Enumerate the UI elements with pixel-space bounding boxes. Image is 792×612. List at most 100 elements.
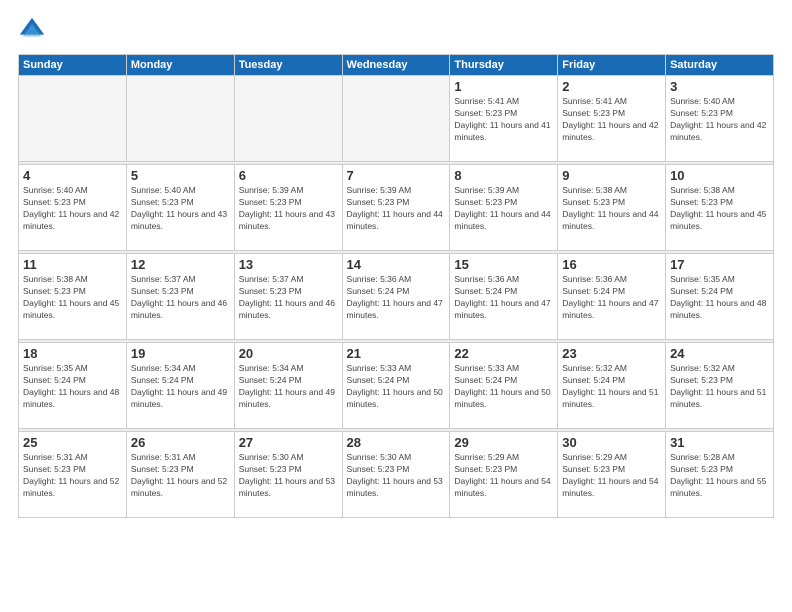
day-info: Sunrise: 5:32 AMSunset: 5:24 PMDaylight:… xyxy=(562,363,661,411)
day-number: 3 xyxy=(670,79,769,94)
day-info: Sunrise: 5:40 AMSunset: 5:23 PMDaylight:… xyxy=(131,185,230,233)
day-number: 27 xyxy=(239,435,338,450)
day-number: 2 xyxy=(562,79,661,94)
day-number: 23 xyxy=(562,346,661,361)
day-number: 19 xyxy=(131,346,230,361)
day-info: Sunrise: 5:30 AMSunset: 5:23 PMDaylight:… xyxy=(347,452,446,500)
calendar-cell: 4 Sunrise: 5:40 AMSunset: 5:23 PMDaylight… xyxy=(19,165,127,251)
calendar-header-friday: Friday xyxy=(558,55,666,76)
calendar-header-row: SundayMondayTuesdayWednesdayThursdayFrid… xyxy=(19,55,774,76)
day-info: Sunrise: 5:40 AMSunset: 5:23 PMDaylight:… xyxy=(23,185,122,233)
day-number: 24 xyxy=(670,346,769,361)
calendar-header-thursday: Thursday xyxy=(450,55,558,76)
calendar-cell: 20Sunrise: 5:34 AMSunset: 5:24 PMDayligh… xyxy=(234,343,342,429)
day-number: 10 xyxy=(670,168,769,183)
day-number: 9 xyxy=(562,168,661,183)
calendar-cell: 1 Sunrise: 5:41 AMSunset: 5:23 PMDaylight… xyxy=(450,76,558,162)
calendar-cell xyxy=(126,76,234,162)
calendar-cell: 12 Sunrise: 5:37 AMSunset: 5:23 PMDayligh… xyxy=(126,254,234,340)
day-number: 12 xyxy=(131,257,230,272)
week-row-1: 1 Sunrise: 5:41 AMSunset: 5:23 PMDaylight… xyxy=(19,76,774,162)
day-number: 1 xyxy=(454,79,553,94)
week-row-3: 11Sunrise: 5:38 AMSunset: 5:23 PMDayligh… xyxy=(19,254,774,340)
day-number: 16 xyxy=(562,257,661,272)
calendar-cell: 29 Sunrise: 5:29 AMSunset: 5:23 PMDayligh… xyxy=(450,432,558,518)
logo xyxy=(18,16,50,44)
day-number: 26 xyxy=(131,435,230,450)
calendar-cell: 17Sunrise: 5:35 AMSunset: 5:24 PMDayligh… xyxy=(666,254,774,340)
calendar: SundayMondayTuesdayWednesdayThursdayFrid… xyxy=(18,54,774,518)
calendar-cell: 23 Sunrise: 5:32 AMSunset: 5:24 PMDayligh… xyxy=(558,343,666,429)
day-number: 29 xyxy=(454,435,553,450)
day-number: 21 xyxy=(347,346,446,361)
calendar-cell: 21Sunrise: 5:33 AMSunset: 5:24 PMDayligh… xyxy=(342,343,450,429)
calendar-header-saturday: Saturday xyxy=(666,55,774,76)
calendar-cell: 13 Sunrise: 5:37 AMSunset: 5:23 PMDayligh… xyxy=(234,254,342,340)
day-number: 6 xyxy=(239,168,338,183)
day-info: Sunrise: 5:35 AMSunset: 5:24 PMDaylight:… xyxy=(670,274,769,322)
day-number: 22 xyxy=(454,346,553,361)
day-info: Sunrise: 5:34 AMSunset: 5:24 PMDaylight:… xyxy=(131,363,230,411)
day-number: 8 xyxy=(454,168,553,183)
calendar-cell: 27 Sunrise: 5:30 AMSunset: 5:23 PMDayligh… xyxy=(234,432,342,518)
calendar-header-wednesday: Wednesday xyxy=(342,55,450,76)
calendar-cell: 10 Sunrise: 5:38 AMSunset: 5:23 PMDayligh… xyxy=(666,165,774,251)
page: SundayMondayTuesdayWednesdayThursdayFrid… xyxy=(0,0,792,612)
day-info: Sunrise: 5:36 AMSunset: 5:24 PMDaylight:… xyxy=(562,274,661,322)
day-info: Sunrise: 5:40 AMSunset: 5:23 PMDaylight:… xyxy=(670,96,769,144)
calendar-cell: 3 Sunrise: 5:40 AMSunset: 5:23 PMDaylight… xyxy=(666,76,774,162)
day-info: Sunrise: 5:35 AMSunset: 5:24 PMDaylight:… xyxy=(23,363,122,411)
day-number: 7 xyxy=(347,168,446,183)
day-info: Sunrise: 5:37 AMSunset: 5:23 PMDaylight:… xyxy=(131,274,230,322)
day-info: Sunrise: 5:39 AMSunset: 5:23 PMDaylight:… xyxy=(454,185,553,233)
calendar-cell: 8 Sunrise: 5:39 AMSunset: 5:23 PMDaylight… xyxy=(450,165,558,251)
calendar-cell: 25Sunrise: 5:31 AMSunset: 5:23 PMDayligh… xyxy=(19,432,127,518)
calendar-header-tuesday: Tuesday xyxy=(234,55,342,76)
week-row-4: 18 Sunrise: 5:35 AMSunset: 5:24 PMDayligh… xyxy=(19,343,774,429)
day-number: 30 xyxy=(562,435,661,450)
day-info: Sunrise: 5:38 AMSunset: 5:23 PMDaylight:… xyxy=(562,185,661,233)
week-row-2: 4 Sunrise: 5:40 AMSunset: 5:23 PMDaylight… xyxy=(19,165,774,251)
day-info: Sunrise: 5:29 AMSunset: 5:23 PMDaylight:… xyxy=(562,452,661,500)
calendar-cell: 6Sunrise: 5:39 AMSunset: 5:23 PMDaylight… xyxy=(234,165,342,251)
day-number: 15 xyxy=(454,257,553,272)
calendar-cell: 16 Sunrise: 5:36 AMSunset: 5:24 PMDayligh… xyxy=(558,254,666,340)
day-number: 20 xyxy=(239,346,338,361)
calendar-cell xyxy=(19,76,127,162)
calendar-header-monday: Monday xyxy=(126,55,234,76)
calendar-cell: 31Sunrise: 5:28 AMSunset: 5:23 PMDayligh… xyxy=(666,432,774,518)
calendar-header-sunday: Sunday xyxy=(19,55,127,76)
calendar-cell: 14Sunrise: 5:36 AMSunset: 5:24 PMDayligh… xyxy=(342,254,450,340)
day-info: Sunrise: 5:29 AMSunset: 5:23 PMDaylight:… xyxy=(454,452,553,500)
week-row-5: 25Sunrise: 5:31 AMSunset: 5:23 PMDayligh… xyxy=(19,432,774,518)
calendar-cell: 9 Sunrise: 5:38 AMSunset: 5:23 PMDaylight… xyxy=(558,165,666,251)
calendar-cell: 22 Sunrise: 5:33 AMSunset: 5:24 PMDayligh… xyxy=(450,343,558,429)
day-info: Sunrise: 5:33 AMSunset: 5:24 PMDaylight:… xyxy=(454,363,553,411)
day-info: Sunrise: 5:32 AMSunset: 5:23 PMDaylight:… xyxy=(670,363,769,411)
day-info: Sunrise: 5:38 AMSunset: 5:23 PMDaylight:… xyxy=(670,185,769,233)
day-number: 28 xyxy=(347,435,446,450)
calendar-cell: 18 Sunrise: 5:35 AMSunset: 5:24 PMDayligh… xyxy=(19,343,127,429)
day-number: 31 xyxy=(670,435,769,450)
calendar-cell: 19 Sunrise: 5:34 AMSunset: 5:24 PMDayligh… xyxy=(126,343,234,429)
calendar-cell: 24 Sunrise: 5:32 AMSunset: 5:23 PMDayligh… xyxy=(666,343,774,429)
day-info: Sunrise: 5:30 AMSunset: 5:23 PMDaylight:… xyxy=(239,452,338,500)
day-info: Sunrise: 5:36 AMSunset: 5:24 PMDaylight:… xyxy=(454,274,553,322)
header xyxy=(18,16,774,44)
day-info: Sunrise: 5:39 AMSunset: 5:23 PMDaylight:… xyxy=(347,185,446,233)
day-number: 13 xyxy=(239,257,338,272)
day-number: 18 xyxy=(23,346,122,361)
day-info: Sunrise: 5:41 AMSunset: 5:23 PMDaylight:… xyxy=(454,96,553,144)
day-number: 4 xyxy=(23,168,122,183)
day-number: 5 xyxy=(131,168,230,183)
calendar-cell: 30 Sunrise: 5:29 AMSunset: 5:23 PMDayligh… xyxy=(558,432,666,518)
calendar-cell: 15 Sunrise: 5:36 AMSunset: 5:24 PMDayligh… xyxy=(450,254,558,340)
calendar-cell: 11Sunrise: 5:38 AMSunset: 5:23 PMDayligh… xyxy=(19,254,127,340)
day-info: Sunrise: 5:37 AMSunset: 5:23 PMDaylight:… xyxy=(239,274,338,322)
day-info: Sunrise: 5:38 AMSunset: 5:23 PMDaylight:… xyxy=(23,274,122,322)
day-info: Sunrise: 5:41 AMSunset: 5:23 PMDaylight:… xyxy=(562,96,661,144)
logo-icon xyxy=(18,16,46,44)
day-number: 25 xyxy=(23,435,122,450)
calendar-cell: 28 Sunrise: 5:30 AMSunset: 5:23 PMDayligh… xyxy=(342,432,450,518)
calendar-cell: 2 Sunrise: 5:41 AMSunset: 5:23 PMDaylight… xyxy=(558,76,666,162)
